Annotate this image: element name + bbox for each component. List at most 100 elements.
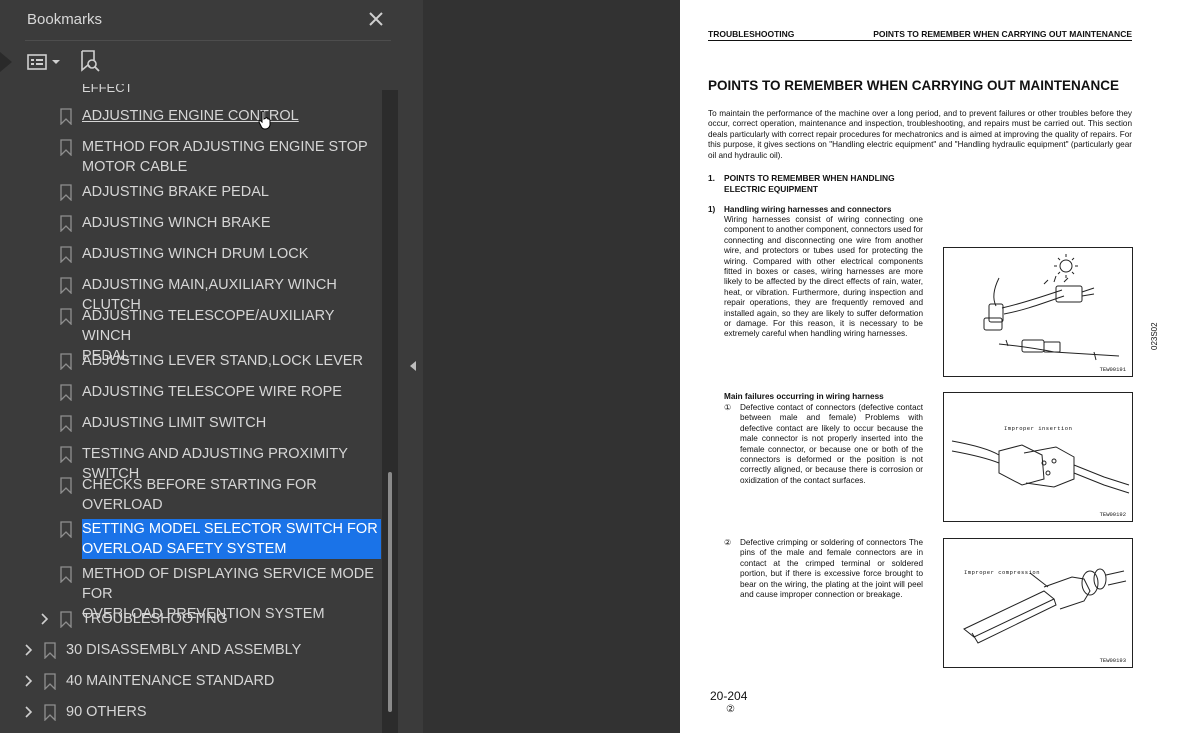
bookmark-label: ADJUSTING LIMIT SWITCH [82, 413, 266, 433]
header-rule [708, 40, 1132, 41]
bookmark-label-line: 30 DISASSEMBLY AND ASSEMBLY [66, 642, 302, 658]
chevron-right-icon[interactable] [24, 673, 34, 689]
panel-title: Bookmarks [27, 11, 103, 28]
section-heading: 1. POINTS TO REMEMBER WHEN HANDLING ELEC… [708, 173, 938, 194]
bookmark-icon [60, 477, 72, 494]
bookmark-item[interactable]: TESTING AND ADJUSTING PROXIMITY SWITCH [0, 444, 382, 482]
bookmark-item[interactable]: ADJUSTING WINCH BRAKE [0, 213, 382, 234]
failure-marker: ② [724, 538, 732, 547]
bookmark-label: 40 MAINTENANCE STANDARD [66, 671, 274, 691]
bookmark-label-line: EFFECT [82, 84, 133, 95]
bookmark-label: ADJUSTING BRAKE PEDAL [82, 182, 269, 202]
bookmark-icon [60, 384, 72, 401]
bookmark-label-line: ADJUSTING WINCH BRAKE [82, 215, 271, 231]
bookmark-item[interactable]: ADJUSTING ENGINE CONTROL [0, 106, 382, 130]
bookmark-icon [60, 139, 72, 156]
subsection-number: 1) [708, 205, 716, 214]
bookmark-label-line: MOTOR CABLE [82, 159, 188, 175]
bookmark-label-line: CHECKS BEFORE STARTING FOR OVERLOAD [82, 477, 317, 513]
figure-code: TEW00192 [1099, 511, 1126, 518]
document-canvas [423, 0, 680, 733]
bookmark-label-line: METHOD FOR ADJUSTING ENGINE STOP [82, 139, 368, 155]
bookmark-label-line: ADJUSTING BRAKE PEDAL [82, 184, 269, 200]
scroll-thumb[interactable] [388, 472, 392, 712]
chevron-right-icon[interactable] [24, 642, 34, 658]
bookmark-label-line: TROUBLESHOOTING [82, 611, 228, 627]
page-number: 20-204 [710, 689, 748, 703]
panel-pointer [0, 52, 12, 72]
bookmark-label-line: ADJUSTING LIMIT SWITCH [82, 415, 267, 431]
bookmark-item[interactable]: ADJUSTING TELESCOPE/AUXILIARY WINCH PEDAL [0, 306, 382, 364]
hand-cursor-icon [258, 110, 271, 130]
figure-code: TEW00193 [1099, 657, 1126, 664]
bookmark-item[interactable]: 40 MAINTENANCE STANDARD [0, 671, 382, 692]
subsection-heading: 1) Handling wiring harnesses and connecto… [708, 205, 891, 214]
bookmark-label-line: 90 OTHERS [66, 704, 147, 720]
crimp-terminal-illustration [963, 568, 1127, 644]
revision-mark: ② [726, 704, 735, 715]
bookmark-item[interactable]: 30 DISASSEMBLY AND ASSEMBLY [0, 640, 382, 661]
bookmark-item[interactable]: ADJUSTING TELESCOPE WIRE ROPE [0, 382, 382, 403]
chevron-right-icon[interactable] [40, 611, 50, 627]
figure-improper-compression: Improper compression TEW00193 [943, 538, 1133, 668]
bookmark-label-line: ADJUSTING LEVER STAND,LOCK LEVER [82, 353, 363, 369]
bookmark-label-line: SETTING MODEL SELECTOR SWITCH FOR [82, 521, 378, 537]
bookmark-item-selected[interactable]: SETTING MODEL SELECTOR SWITCH FOR OVERLOA… [0, 519, 382, 560]
bookmark-options-button[interactable] [27, 53, 63, 71]
bookmark-icon [60, 184, 72, 201]
bookmark-icon [60, 215, 72, 232]
bookmark-icon [60, 277, 72, 294]
bookmark-icon [60, 108, 72, 125]
find-bookmark-icon [81, 50, 100, 72]
running-header-right: POINTS TO REMEMBER WHEN CARRYING OUT MAI… [873, 29, 1132, 39]
failure-text: Defective contact of connectors (defecti… [740, 403, 923, 485]
chevron-right-icon[interactable] [24, 704, 34, 720]
bookmark-icon [60, 308, 72, 325]
bookmark-icon [60, 446, 72, 463]
bookmark-item[interactable]: METHOD OF DISPLAYING SERVICE MODE FOR OVE… [0, 564, 382, 622]
find-bookmark-button[interactable] [80, 50, 100, 72]
bookmark-list: EFFECT ADJUSTING ENGINE CONTROL METHOD FOR… [0, 84, 382, 733]
close-panel-button[interactable] [366, 9, 386, 29]
bookmark-item[interactable]: EFFECT [0, 84, 382, 105]
bookmark-label: ADJUSTING WINCH DRUM LOCK [82, 244, 308, 264]
bookmark-label: SETTING MODEL SELECTOR SWITCH FOR OVERLOA… [82, 519, 381, 559]
running-header-left: TROUBLESHOOTING [708, 29, 795, 39]
bookmark-label-line: ADJUSTING TELESCOPE/AUXILIARY WINCH [82, 308, 335, 344]
bookmark-label-line: ADJUSTING WINCH DRUM LOCK [82, 246, 309, 262]
bookmark-item[interactable]: ADJUSTING MAIN,AUXILIARY WINCH CLUTCH [0, 275, 382, 313]
bookmark-item[interactable]: ADJUSTING WINCH DRUM LOCK [0, 244, 382, 265]
bookmark-icon [60, 566, 72, 583]
bookmark-label: TROUBLESHOOTING [82, 609, 228, 629]
page-heading: POINTS TO REMEMBER WHEN CARRYING OUT MAI… [708, 78, 1120, 93]
collapse-panel-button[interactable] [407, 359, 419, 373]
failure-text: Defective crimping or soldering of conne… [740, 538, 923, 600]
wiring-harness-illustration [983, 254, 1120, 361]
bookmark-icon [44, 642, 56, 659]
bookmark-icon [44, 704, 56, 721]
bookmark-item[interactable]: METHOD FOR ADJUSTING ENGINE STOP MOTOR CA… [0, 137, 382, 178]
bookmark-item[interactable]: ADJUSTING LIMIT SWITCH [0, 413, 382, 434]
bookmark-item[interactable]: ADJUSTING BRAKE PEDAL [0, 182, 382, 203]
bookmark-item[interactable]: TROUBLESHOOTING [0, 609, 382, 630]
bookmark-item[interactable]: ADJUSTING LEVER STAND,LOCK LEVER [0, 351, 382, 372]
bookmark-icon [60, 611, 72, 628]
figure-code: TEW00191 [1099, 366, 1126, 373]
bookmark-label-line: 40 MAINTENANCE STANDARD [66, 673, 275, 689]
bookmark-item[interactable]: 90 OTHERS [0, 702, 382, 723]
figure-label: Improper compression [964, 569, 1041, 576]
bookmark-label: ADJUSTING LEVER STAND,LOCK LEVER [82, 351, 363, 371]
connector-insertion-illustration [951, 440, 1130, 494]
failure-marker: ① [724, 403, 732, 412]
subsection-body: Wiring harnesses consist of wiring conne… [724, 215, 923, 339]
bookmark-options-icon [27, 54, 60, 70]
bookmark-scrollbar[interactable] [382, 90, 398, 733]
failures-heading: Main failures occurring in wiring harnes… [724, 392, 884, 401]
figure-wiring-harness: TEW00191 [943, 247, 1133, 377]
collapse-panel-icon [410, 361, 416, 371]
bookmark-icon [60, 353, 72, 370]
intro-paragraph: To maintain the performance of the machi… [708, 109, 1132, 160]
bookmark-item[interactable]: CHECKS BEFORE STARTING FOR OVERLOADPREVE… [0, 475, 382, 533]
failure-item: ② Defective crimping or soldering of con… [724, 538, 923, 600]
bookmark-label: ADJUSTING WINCH BRAKE [82, 213, 271, 233]
